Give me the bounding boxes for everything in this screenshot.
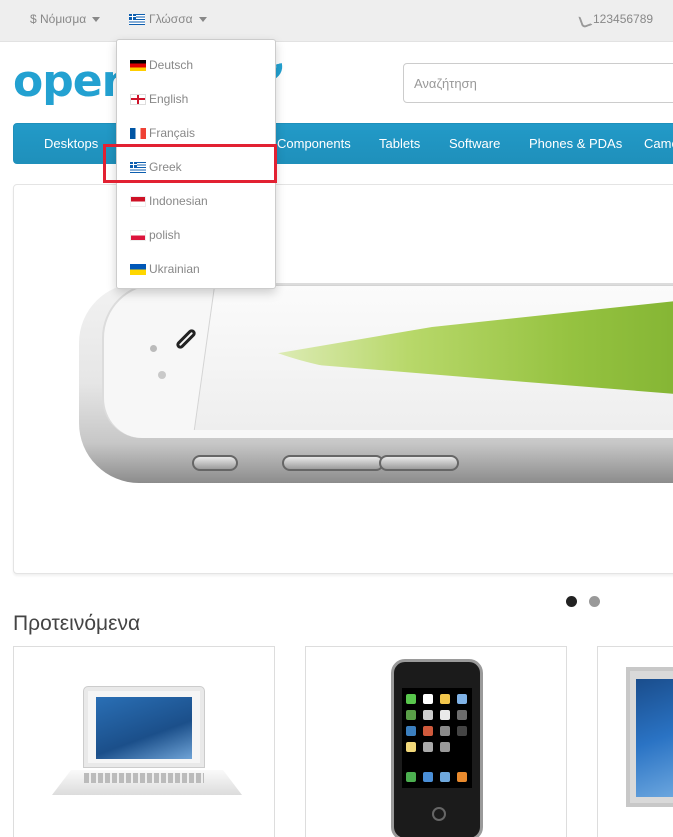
language-option-greek[interactable]: Greek [117,150,275,184]
gr-flag-icon [129,13,145,25]
language-option-polish[interactable]: polish [117,218,275,252]
currency-dropdown[interactable]: $ Νόμισμα [30,12,101,26]
chevron-down-icon [92,16,101,22]
de-flag-icon [130,59,146,71]
ua-flag-icon [130,263,146,275]
language-menu: Deutsch English Français Greek Indonesia… [116,39,276,289]
phone-icon [579,13,589,25]
product-card-tablet[interactable] [597,646,673,837]
top-bar: $ Νόμισμα Γλώσσα 123456789 [0,0,673,42]
nav-item-cameras[interactable]: Came [644,136,673,151]
language-option-indonesian[interactable]: Indonesian [117,184,275,218]
language-dropdown[interactable]: Γλώσσα [129,12,207,26]
language-option-english[interactable]: English [117,82,275,116]
language-option-francais[interactable]: Français [117,116,275,150]
id-flag-icon [130,195,146,207]
chevron-down-icon [198,16,207,22]
category-menu: Desktops Components Tablets Software Pho… [13,123,673,164]
nav-item-phones[interactable]: Phones & PDAs [529,136,622,151]
featured-heading: Προτεινόμενα [13,612,141,635]
iphone-image[interactable] [391,659,483,837]
currency-label: $ Νόμισμα [30,12,87,26]
language-option-deutsch[interactable]: Deutsch [117,48,275,82]
en-flag-icon [130,93,146,105]
pl-flag-icon [130,229,146,241]
store-logo[interactable]: open [13,60,133,104]
nav-item-software[interactable]: Software [449,136,500,151]
search-input[interactable] [403,63,673,103]
phone-contact[interactable]: 123456789 [579,12,653,26]
gr-flag-icon [130,161,146,173]
logo-text: open [13,56,133,107]
fr-flag-icon [130,127,146,139]
product-card-macbook[interactable] [13,646,275,837]
slideshow-banner[interactable] [13,184,673,574]
product-card-iphone[interactable] [305,646,567,837]
slideshow-dot-1[interactable] [566,596,577,607]
tablet-image[interactable] [626,667,673,807]
slideshow-dot-2[interactable] [589,596,600,607]
nav-item-desktops[interactable]: Desktops [44,136,98,151]
nav-item-components[interactable]: Components [277,136,351,151]
language-option-ukrainian[interactable]: Ukrainian [117,252,275,286]
language-label: Γλώσσα [149,12,193,26]
nav-item-tablets[interactable]: Tablets [379,136,420,151]
phone-number: 123456789 [593,12,654,26]
